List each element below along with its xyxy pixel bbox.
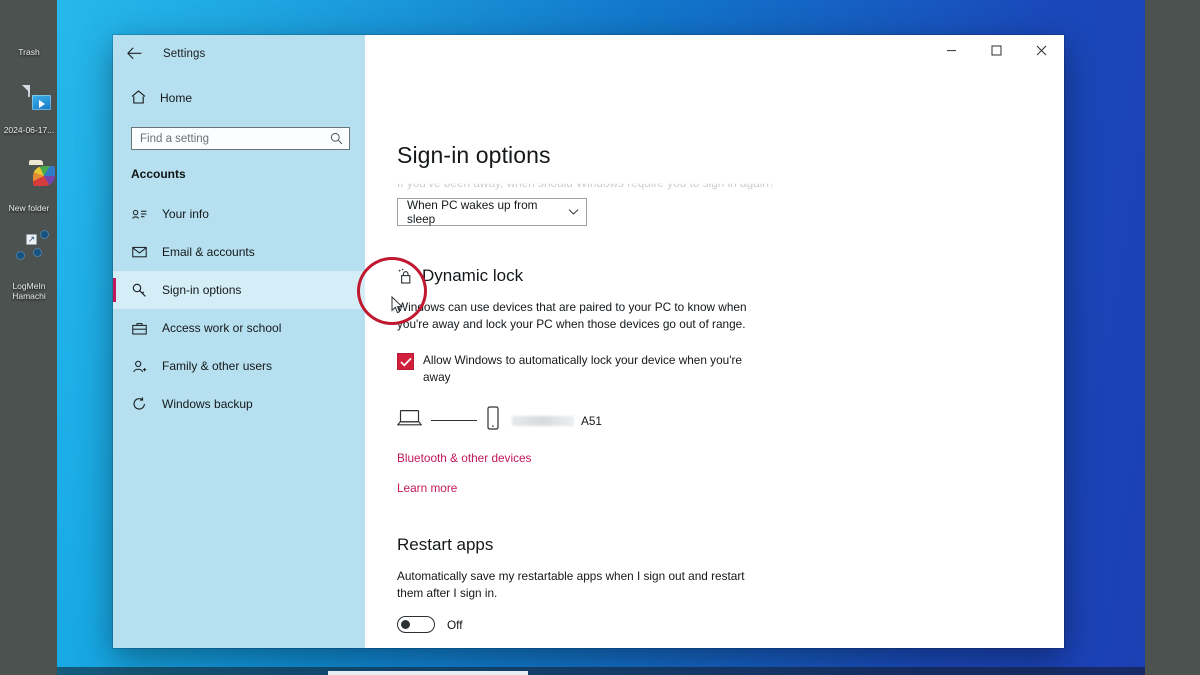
checkmark-icon: [399, 357, 412, 367]
paired-device-row: A51: [396, 406, 1038, 435]
window-title: Settings: [163, 47, 206, 60]
dynamic-lock-description: Windows can use devices that are paired …: [397, 300, 747, 331]
laptop-icon: [396, 409, 423, 432]
dropdown-value: When PC wakes up from sleep: [407, 198, 538, 226]
require-signin-dropdown[interactable]: When PC wakes up from sleep: [397, 198, 587, 226]
user-card-icon: [131, 208, 148, 220]
envelope-icon: [131, 246, 148, 258]
maximize-icon: [991, 45, 1002, 56]
content-scroll-area[interactable]: When PC wakes up from sleep Dynamic lock…: [396, 184, 1038, 648]
bluetooth-other-devices-link[interactable]: Bluetooth & other devices: [397, 451, 1038, 465]
sidebar-item-label: Your info: [162, 207, 209, 221]
search-input[interactable]: [140, 132, 330, 145]
search-wrapper: [113, 115, 365, 150]
section-title: Restart apps: [397, 535, 494, 554]
sidebar-item-access-work-or-school[interactable]: Access work or school: [113, 309, 365, 347]
device-connection-line: [431, 420, 477, 421]
desktop-icon-new-folder[interactable]: New folder: [2, 164, 56, 213]
desktop-icon-label: Trash: [18, 47, 40, 57]
search-icon[interactable]: [330, 132, 343, 145]
sidebar-item-label: Family & other users: [162, 359, 273, 373]
dynamic-lock-checkbox-row[interactable]: Allow Windows to automatically lock your…: [397, 352, 757, 386]
sidebar-item-your-info[interactable]: Your info: [113, 195, 365, 233]
sidebar-item-label: Windows backup: [162, 397, 253, 411]
hamachi-icon: ↗: [2, 230, 56, 278]
settings-content: If you've been away, when should Windows…: [365, 72, 1064, 648]
person-add-icon: [131, 360, 148, 373]
desktop-icon-label: New folder: [8, 203, 50, 213]
sync-icon: [131, 397, 148, 411]
redacted-device-name: [512, 415, 574, 426]
restart-apps-toggle[interactable]: [397, 616, 435, 633]
sidebar-item-home[interactable]: Home: [113, 81, 365, 115]
sidebar-item-label: Sign-in options: [162, 283, 242, 297]
settings-sidebar: Home Accounts: [113, 72, 365, 648]
restart-apps-toggle-row[interactable]: Off: [397, 616, 1038, 633]
restart-apps-toggle-state: Off: [447, 617, 463, 632]
page-header: Sign-in options: [397, 142, 565, 169]
video-file-icon: [2, 85, 56, 122]
dynamic-lock-header: Dynamic lock: [397, 266, 1038, 286]
chevron-down-icon: [568, 205, 579, 219]
sidebar-item-windows-backup[interactable]: Windows backup: [113, 385, 365, 423]
dynamic-lock-checkbox-label: Allow Windows to automatically lock your…: [423, 353, 742, 384]
folder-icon: [2, 164, 56, 200]
key-icon: [131, 283, 148, 297]
learn-more-link[interactable]: Learn more: [397, 481, 1038, 495]
window-controls: [365, 35, 1064, 72]
close-icon: [1036, 45, 1047, 56]
titlebar-left-region: Settings: [113, 35, 365, 72]
settings-window: Settings Home Find a setting Accounts Yo…: [113, 35, 1064, 648]
minimize-icon: [947, 50, 956, 52]
phone-icon: [486, 406, 500, 435]
desktop-icon-trash[interactable]: Trash: [2, 8, 56, 57]
sidebar-item-sign-in-options[interactable]: Sign-in options: [113, 271, 365, 309]
search-box[interactable]: [131, 127, 350, 150]
minimize-button[interactable]: [929, 35, 974, 66]
desktop: Trash 2024-06-17... New folder ↗ LogMeIn…: [0, 0, 1200, 675]
lock-sparkle-icon: [397, 268, 414, 285]
close-button[interactable]: [1019, 35, 1064, 66]
home-icon: [131, 89, 146, 107]
dynamic-lock-checkbox[interactable]: [397, 353, 414, 370]
section-title: Dynamic lock: [422, 266, 524, 285]
sidebar-group-heading: Accounts: [131, 167, 186, 181]
sidebar-item-label: Home: [160, 91, 193, 105]
window-titlebar[interactable]: Settings: [113, 35, 1064, 72]
arrow-left-icon: [126, 47, 141, 60]
desktop-icon-label: LogMeIn Hamachi: [12, 281, 46, 301]
maximize-button[interactable]: [974, 35, 1019, 66]
trash-icon: [2, 8, 56, 44]
sidebar-item-email-accounts[interactable]: Email & accounts: [113, 233, 365, 271]
window-body: Home Accounts: [113, 72, 1064, 648]
restart-apps-description: Automatically save my restartable apps w…: [397, 569, 745, 600]
page-title: Sign-in options: [397, 142, 551, 168]
toggle-knob: [401, 620, 410, 629]
sidebar-item-label: Access work or school: [162, 321, 282, 335]
screen-letterbox-right: [1145, 0, 1200, 675]
taskbar-active-window[interactable]: [328, 671, 528, 675]
desktop-icon-video-file[interactable]: 2024-06-17...: [2, 85, 56, 135]
restart-apps-header: Restart apps: [397, 535, 1038, 555]
briefcase-icon: [131, 322, 148, 335]
taskbar[interactable]: [57, 667, 1145, 675]
sidebar-item-family-other-users[interactable]: Family & other users: [113, 347, 365, 385]
back-button[interactable]: [113, 35, 155, 72]
desktop-icon-logmein-hamachi[interactable]: ↗ LogMeIn Hamachi: [2, 230, 56, 301]
sidebar-nav-list: Your info Email & accounts Sign-in optio…: [113, 195, 365, 423]
desktop-icon-label: 2024-06-17...: [3, 125, 55, 135]
shortcut-arrow-icon: ↗: [26, 234, 37, 245]
paired-device-name: A51: [581, 413, 602, 428]
sidebar-item-label: Email & accounts: [162, 245, 255, 259]
